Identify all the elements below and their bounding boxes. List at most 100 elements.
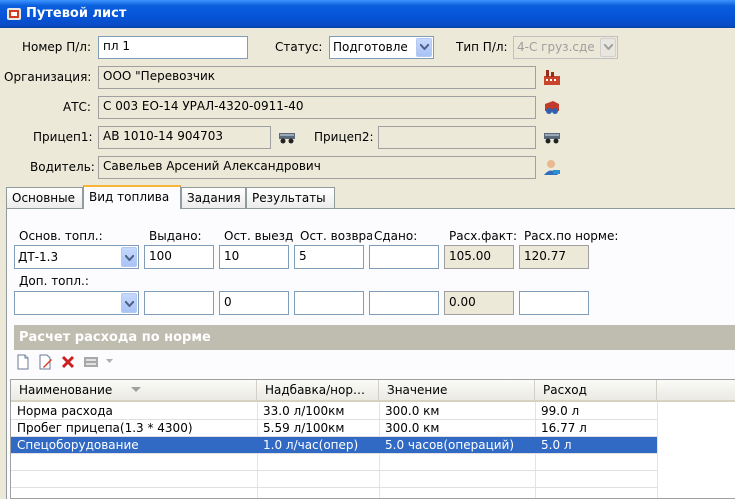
cell-consumption: 16.77 л (541, 421, 587, 435)
status-select[interactable]: Подготовле (329, 36, 434, 59)
new-document-icon[interactable] (15, 354, 31, 370)
ats-field[interactable]: С 003 ЕО-14 УРАЛ-4320-0911-40 (98, 96, 536, 119)
column-header-value[interactable]: Значение (379, 380, 535, 402)
actions-menu-icon[interactable] (83, 354, 99, 370)
extra-norm-consumption-field[interactable] (519, 291, 589, 315)
chevron-down-icon (604, 44, 613, 50)
status-dropdown-button[interactable] (416, 38, 432, 57)
window-title: Путевой лист (26, 6, 127, 21)
chevron-down-icon (125, 301, 134, 307)
cell-value: 5.0 часов(операций) (385, 438, 515, 452)
org-label: Организация: (4, 70, 92, 84)
trailer1-label: Прицеп1: (33, 130, 93, 144)
delete-icon[interactable] (60, 354, 76, 370)
norm-calc-grid: Наименование Надбавка/нор… Значение Расх… (10, 379, 735, 499)
table-row[interactable]: Пробег прицепа(1.3 * 4300) 5.59 л/100км … (11, 420, 657, 437)
tab-results[interactable]: Результаты (246, 187, 335, 208)
tab-label: Вид топлива (89, 190, 170, 204)
chevron-down-icon (420, 44, 429, 50)
cell-addon: 33.0 л/100км (263, 404, 345, 418)
tab-label: Основные (12, 191, 76, 205)
column-header-label: Значение (387, 383, 448, 397)
remaining-return-field[interactable]: 5 (294, 245, 364, 269)
norm-consumption-field: 120.77 (519, 245, 589, 269)
tab-tasks[interactable]: Задания (181, 187, 246, 208)
returned-field[interactable] (369, 245, 439, 269)
status-label: Статус: (275, 40, 323, 54)
trailer2-field[interactable] (378, 126, 536, 149)
extra-issued-field[interactable] (144, 291, 214, 315)
sort-desc-icon (131, 387, 141, 392)
extra-returned-field[interactable] (369, 291, 439, 315)
empty-row (11, 471, 657, 488)
extra-fuel-dropdown-button[interactable] (121, 293, 137, 313)
issued-field[interactable]: 100 (144, 245, 214, 269)
cell-addon: 5.59 л/100км (263, 421, 345, 435)
cell-name: Норма расхода (17, 404, 113, 418)
tab-label: Результаты (252, 191, 326, 205)
extra-fuel-label: Доп. топл.: (19, 274, 89, 288)
cell-name: Спецоборудование (17, 438, 139, 452)
ats-label: АТС: (63, 100, 91, 114)
cell-name: Пробег прицепа(1.3 * 4300) (17, 421, 193, 435)
tab-main[interactable]: Основные (6, 187, 83, 208)
cell-addon: 1.0 л/час(опер) (263, 438, 359, 452)
driver-field[interactable]: Савельев Арсений Александрович (98, 156, 536, 179)
column-header-label: Наименование (19, 383, 113, 397)
cell-consumption: 5.0 л (541, 438, 572, 452)
column-header-label: Надбавка/нор… (265, 383, 365, 397)
app-icon (7, 8, 21, 20)
type-label: Тип П/л: (456, 40, 508, 54)
cell-consumption: 99.0 л (541, 404, 580, 418)
remaining-out-field[interactable]: 10 (219, 245, 289, 269)
dropdown-arrow-icon[interactable] (106, 359, 113, 364)
type-select[interactable]: 4-С груз.сде (513, 36, 618, 59)
fact-consumption-label: Расх.факт: (449, 229, 517, 243)
type-value: 4-С груз.сде (517, 40, 595, 54)
org-field[interactable]: ООО "Перевозчик (98, 66, 536, 89)
trailer-icon[interactable] (543, 128, 561, 146)
status-value: Подготовле (333, 40, 408, 54)
main-fuel-label: Основ. топл.: (19, 229, 103, 243)
column-header-addon[interactable]: Надбавка/нор… (257, 380, 379, 402)
issued-label: Выдано: (149, 229, 202, 243)
norm-consumption-label: Расх.по норме: (524, 229, 619, 243)
extra-fact-consumption-field: 0.00 (444, 291, 514, 315)
edit-document-icon[interactable] (37, 354, 53, 370)
extra-remaining-out-field[interactable]: 0 (219, 291, 289, 315)
norm-calc-header: Расчет расхода по норме (14, 325, 735, 350)
remaining-return-label: Ост. возвра (300, 229, 372, 243)
number-field[interactable]: пл 1 (98, 36, 248, 59)
window-titlebar[interactable]: Путевой лист (0, 0, 735, 28)
factory-icon[interactable] (543, 68, 561, 86)
norm-calc-title: Расчет расхода по норме (19, 330, 211, 345)
type-dropdown-button[interactable] (600, 38, 616, 57)
remaining-out-label: Ост. выезд (224, 229, 294, 243)
extra-fuel-select[interactable] (14, 291, 139, 315)
trailer-icon[interactable] (278, 128, 296, 146)
column-header-name[interactable]: Наименование (11, 380, 257, 402)
column-header-consumption[interactable]: Расход (535, 380, 657, 402)
cell-value: 300.0 км (385, 404, 440, 418)
trailer1-field[interactable]: АВ 1010-14 904703 (98, 126, 271, 149)
returned-label: Сдано: (374, 229, 418, 243)
tab-label: Задания (187, 191, 241, 205)
number-label: Номер П/л: (22, 40, 92, 54)
vehicle-icon[interactable] (543, 98, 561, 116)
empty-row (11, 454, 657, 471)
chevron-down-icon (125, 255, 134, 261)
table-row-selected[interactable]: Спецоборудование 1.0 л/час(опер) 5.0 час… (11, 437, 657, 454)
main-fuel-dropdown-button[interactable] (121, 247, 137, 267)
table-row[interactable]: Норма расхода 33.0 л/100км 300.0 км 99.0… (11, 403, 657, 420)
fact-consumption-field: 105.00 (444, 245, 514, 269)
cell-value: 300.0 км (385, 421, 440, 435)
tab-fuel-type[interactable]: Вид топлива (83, 185, 181, 209)
trailer2-label: Прицеп2: (314, 130, 374, 144)
main-fuel-select[interactable]: ДТ-1.3 (14, 245, 139, 269)
column-header-filler (657, 380, 735, 402)
driver-label: Водитель: (30, 160, 95, 174)
main-fuel-value: ДТ-1.3 (18, 250, 59, 264)
driver-icon[interactable] (543, 158, 561, 176)
column-header-label: Расход (543, 383, 587, 397)
extra-remaining-return-field[interactable] (294, 291, 364, 315)
